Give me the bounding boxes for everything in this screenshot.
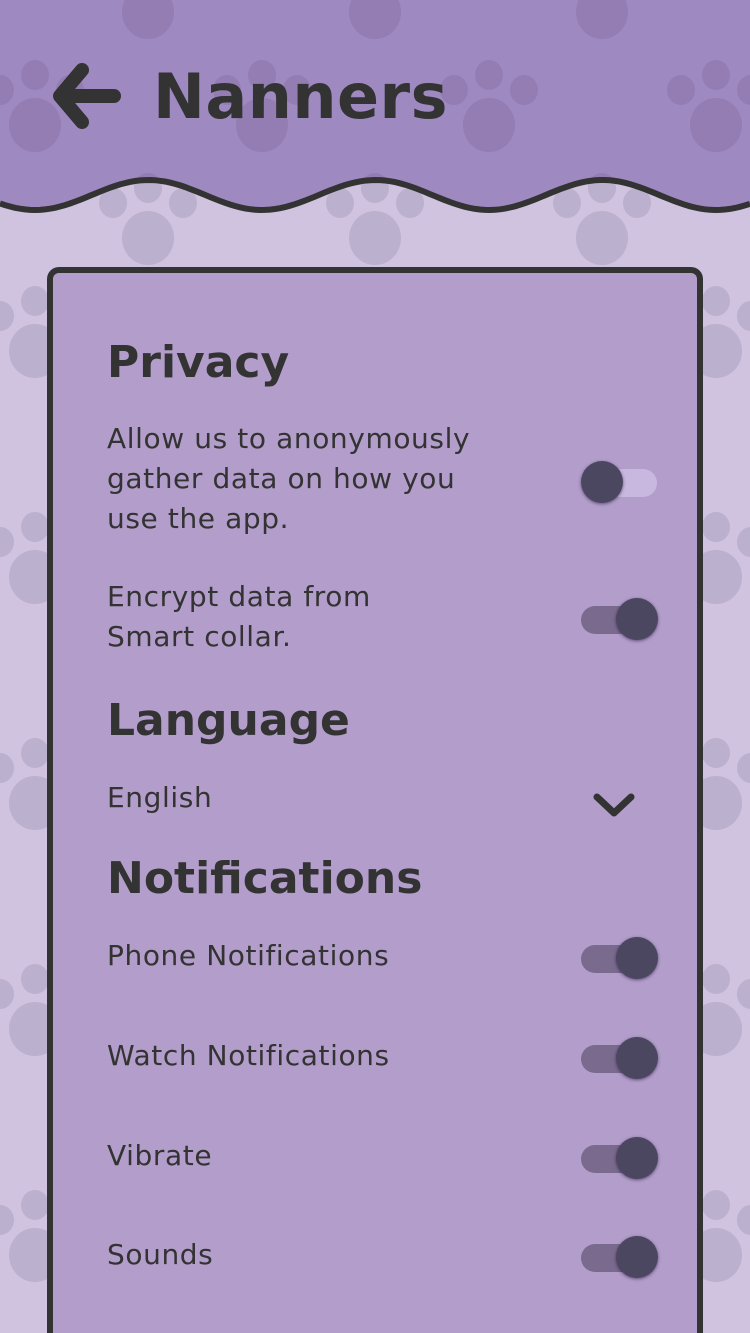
- page-title: Nanners: [153, 60, 449, 133]
- sounds-toggle[interactable]: [581, 1234, 659, 1280]
- privacy-analytics-label: Allow us to anonymously gather data on h…: [107, 422, 471, 535]
- analytics-toggle[interactable]: [581, 459, 659, 505]
- encrypt-toggle[interactable]: [581, 596, 659, 642]
- settings-card: Privacy Allow us to anonymously gather d…: [47, 267, 703, 1333]
- phone-notifications-label: Phone Notifications: [107, 939, 390, 972]
- arrow-left-icon: [53, 63, 121, 129]
- phone-notifications-toggle[interactable]: [581, 935, 659, 981]
- vibrate-label: Vibrate: [107, 1139, 213, 1172]
- privacy-heading: Privacy: [107, 337, 290, 388]
- language-select[interactable]: English: [107, 778, 507, 818]
- watch-notifications-toggle[interactable]: [581, 1035, 659, 1081]
- language-heading: Language: [107, 695, 350, 746]
- chevron-down-icon[interactable]: [591, 785, 637, 825]
- sounds-label: Sounds: [107, 1238, 214, 1271]
- watch-notifications-label: Watch Notifications: [107, 1039, 390, 1072]
- notifications-heading: Notifications: [107, 853, 423, 904]
- vibrate-toggle[interactable]: [581, 1135, 659, 1181]
- back-button[interactable]: [52, 62, 122, 132]
- encrypt-data-label: Encrypt data from Smart collar.: [107, 580, 371, 653]
